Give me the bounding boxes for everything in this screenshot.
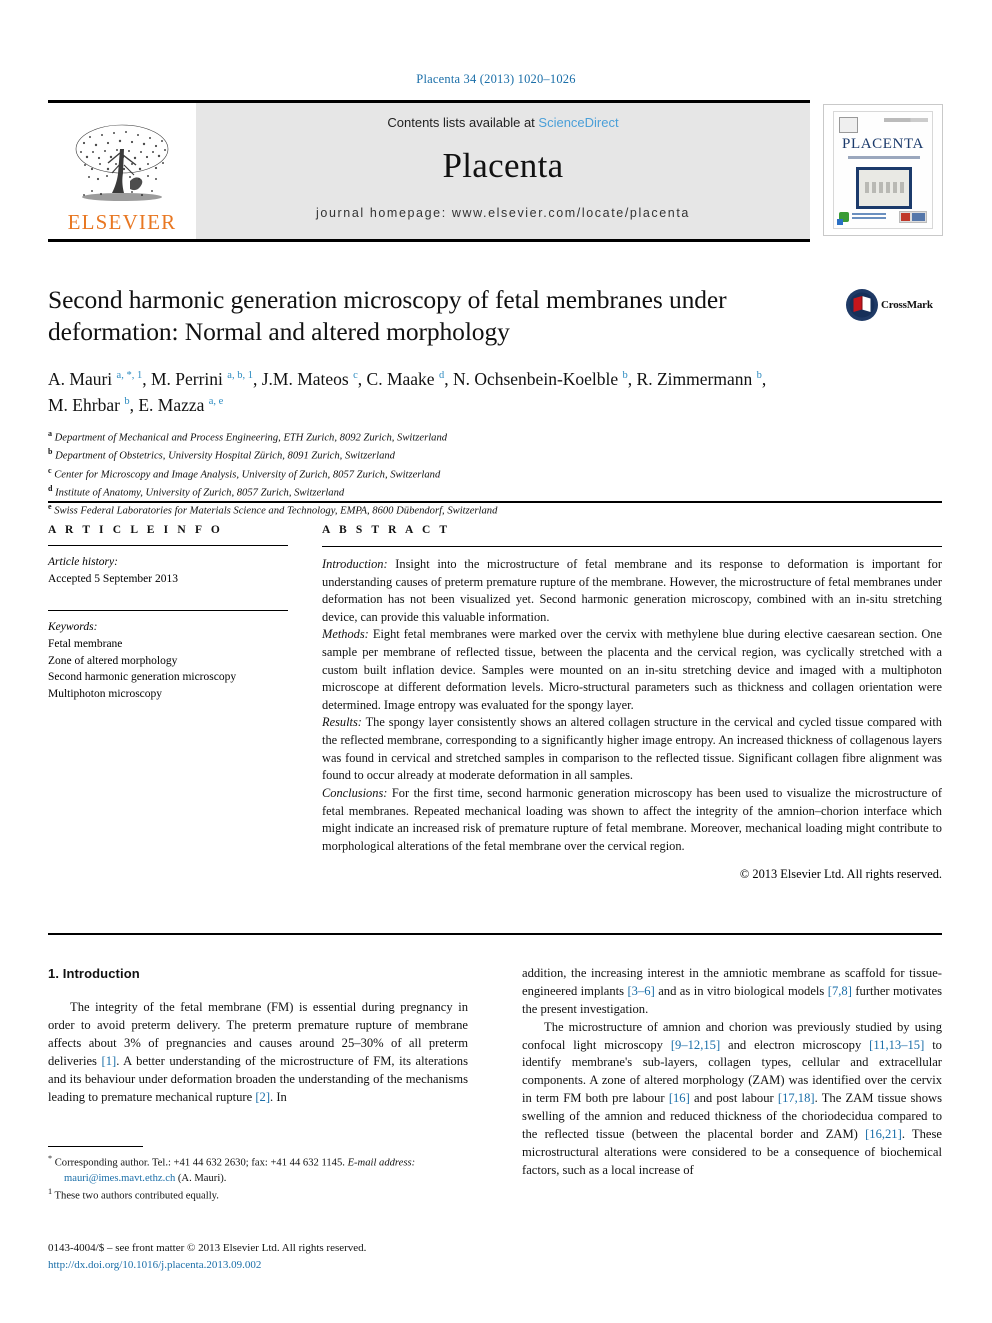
email-link[interactable]: mauri@imes.mavt.ethz.ch bbox=[64, 1173, 175, 1184]
author-list: A. Mauri a, *, 1, M. Perrini a, b, 1, J.… bbox=[48, 368, 767, 415]
citation-reference[interactable]: [17,18] bbox=[778, 1091, 815, 1105]
section-heading-introduction: 1. Introduction bbox=[48, 966, 140, 981]
article-info-section: A R T I C L E I N F O Article history: A… bbox=[48, 524, 288, 703]
cover-subtitle-bar bbox=[848, 156, 920, 159]
footnote-equal-text: These two authors contributed equally. bbox=[52, 1190, 219, 1202]
crossmark-label: CrossMark bbox=[881, 299, 933, 311]
journal-banner: Contents lists available at ScienceDirec… bbox=[196, 103, 810, 239]
article-header: Second harmonic generation microscopy of… bbox=[48, 284, 838, 519]
citation-reference[interactable]: [11,13–15] bbox=[869, 1038, 924, 1052]
email-label: E-mail address: bbox=[347, 1157, 416, 1169]
footnote-corresponding-text: Corresponding author. Tel.: +41 44 632 2… bbox=[52, 1157, 345, 1169]
abstract-top-rule bbox=[48, 501, 942, 503]
keyword-item: Zone of altered morphology bbox=[48, 654, 178, 667]
journal-title: Placenta bbox=[442, 146, 564, 185]
contents-available-line: Contents lists available at ScienceDirec… bbox=[196, 115, 810, 130]
affiliation-item: c Center for Microscopy and Image Analys… bbox=[48, 465, 441, 481]
abstract-bottom-rule bbox=[48, 933, 942, 935]
abstract-paragraph: Methods: Eight fetal membranes were mark… bbox=[322, 627, 942, 712]
keyword-item: Second harmonic generation microscopy bbox=[48, 671, 237, 684]
affiliation-marker: b bbox=[48, 447, 53, 457]
abstract-paragraph: Conclusions: For the first time, second … bbox=[322, 785, 942, 853]
elsevier-wordmark: ELSEVIER bbox=[67, 210, 177, 234]
page-title: Second harmonic generation microscopy of… bbox=[48, 285, 727, 347]
keywords-label: Keywords: bbox=[48, 621, 98, 634]
citation-reference[interactable]: [7,8] bbox=[828, 984, 852, 998]
affiliation-marker: a bbox=[48, 429, 52, 439]
intro-paragraph-1: The integrity of the fetal membrane (FM)… bbox=[48, 1000, 468, 1104]
affiliation-marker: d bbox=[48, 483, 53, 493]
doi-link[interactable]: http://dx.doi.org/10.1016/j.placenta.201… bbox=[48, 1257, 508, 1274]
sciencedirect-link[interactable]: ScienceDirect bbox=[538, 115, 618, 130]
abstract-section: A B S T R A C T Introduction: Insight in… bbox=[322, 524, 942, 882]
cover-issue-line bbox=[884, 118, 928, 122]
citation-reference[interactable]: [16,21] bbox=[865, 1127, 902, 1141]
imprint-block: 0143-4004/$ – see front matter © 2013 El… bbox=[48, 1240, 508, 1273]
affiliation-marker: e bbox=[48, 502, 52, 512]
keyword-item: Fetal membrane bbox=[48, 638, 123, 651]
affiliation-marker: c bbox=[48, 465, 52, 475]
footnote-block: * Corresponding author. Tel.: +41 44 632… bbox=[48, 1153, 468, 1204]
journal-homepage-url[interactable]: journal homepage: www.elsevier.com/locat… bbox=[196, 206, 810, 220]
abstract-section-label: Methods: bbox=[322, 627, 369, 642]
affiliation-item: d Institute of Anatomy, University of Zu… bbox=[48, 483, 345, 499]
affiliation-item: e Swiss Federal Laboratories for Materia… bbox=[48, 502, 498, 517]
article-info-heading: A R T I C L E I N F O bbox=[48, 524, 223, 536]
intro-paragraph-2: The microstructure of amnion and chorion… bbox=[522, 1019, 942, 1177]
cover-publisher-mark bbox=[839, 117, 858, 133]
cover-illustration bbox=[856, 167, 912, 209]
citation-reference[interactable]: [1] bbox=[102, 1054, 117, 1068]
cover-badge-blue bbox=[837, 219, 843, 225]
affiliation-item: b Department of Obstetrics, University H… bbox=[48, 447, 395, 462]
footnote-equal-contribution: 1 These two authors contributed equally. bbox=[48, 1186, 468, 1204]
citation-reference[interactable]: [16] bbox=[669, 1091, 690, 1105]
article-info-divider-1 bbox=[48, 545, 288, 546]
footnote-rule bbox=[48, 1146, 143, 1147]
crossmark-icon bbox=[846, 289, 878, 321]
body-column-left: 1. Introduction The integrity of the fet… bbox=[48, 965, 468, 1107]
footnote-corresponding-author: * Corresponding author. Tel.: +41 44 632… bbox=[48, 1153, 468, 1186]
elsevier-tree-icon bbox=[75, 124, 169, 201]
citation-reference[interactable]: [9–12,15] bbox=[671, 1038, 720, 1052]
cover-publisher-logos bbox=[899, 211, 927, 223]
elsevier-logo: ELSEVIER bbox=[48, 103, 196, 239]
article-info-divider-2 bbox=[48, 610, 288, 612]
abstract-section-label: Conclusions: bbox=[322, 785, 388, 800]
issn-copyright-line: 0143-4004/$ – see front matter © 2013 El… bbox=[48, 1242, 367, 1254]
abstract-divider bbox=[322, 546, 942, 547]
journal-article-page: Placenta 34 (2013) 1020–1026 ELSEVIER Co… bbox=[0, 0, 992, 1323]
cover-inner: PLACENTA bbox=[833, 111, 933, 229]
journal-cover-thumbnail[interactable]: PLACENTA bbox=[823, 104, 943, 236]
article-history-value: Accepted 5 September 2013 bbox=[48, 572, 178, 585]
article-history-label: Article history: bbox=[48, 556, 118, 568]
journal-masthead: ELSEVIER Contents lists available at Sci… bbox=[48, 100, 810, 242]
abstract-body: Introduction: Insight into the microstru… bbox=[322, 556, 942, 855]
abstract-section-label: Results: bbox=[322, 715, 362, 730]
abstract-heading: A B S T R A C T bbox=[322, 524, 451, 536]
keyword-item: Multiphoton microscopy bbox=[48, 688, 163, 701]
abstract-section-label: Introduction: bbox=[322, 557, 388, 571]
abstract-paragraph: Results: The spongy layer consistently s… bbox=[322, 715, 942, 783]
crossmark-badge[interactable]: CrossMark bbox=[845, 288, 941, 322]
cover-footer-text-lines bbox=[852, 213, 886, 221]
cover-journal-title: PLACENTA bbox=[842, 136, 924, 152]
email-owner: (A. Mauri). bbox=[175, 1172, 227, 1184]
copyright-line: © 2013 Elsevier Ltd. All rights reserved… bbox=[739, 867, 942, 882]
affiliation-item: a Department of Mechanical and Process E… bbox=[48, 429, 448, 444]
intro-paragraph-1-cont: addition, the increasing interest in the… bbox=[522, 966, 942, 1016]
abstract-paragraph: Introduction: Insight into the microstru… bbox=[322, 557, 942, 624]
body-column-right: addition, the increasing interest in the… bbox=[522, 965, 942, 1180]
citation-reference[interactable]: [3–6] bbox=[627, 984, 654, 998]
contents-prefix: Contents lists available at bbox=[387, 115, 539, 130]
affiliation-list: a Department of Mechanical and Process E… bbox=[48, 428, 838, 519]
running-head: Placenta 34 (2013) 1020–1026 bbox=[416, 72, 576, 86]
citation-reference[interactable]: [2] bbox=[255, 1090, 270, 1104]
